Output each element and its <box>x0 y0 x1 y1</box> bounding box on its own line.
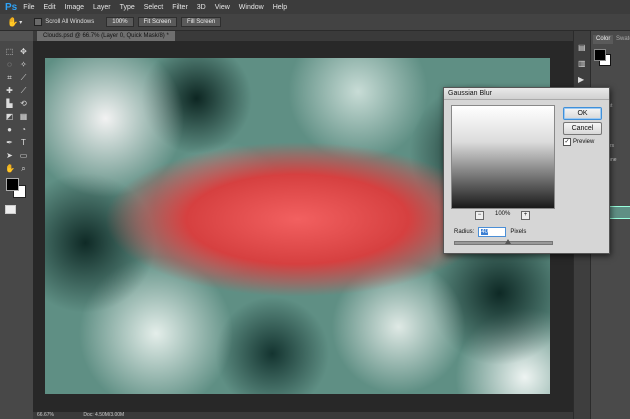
blur-tool-icon[interactable]: ● <box>5 125 14 134</box>
scroll-all-label: Scroll All Windows <box>45 19 95 25</box>
menu-edit[interactable]: Edit <box>44 4 56 11</box>
panel-foreground-swatch[interactable] <box>594 49 606 61</box>
menu-type[interactable]: Type <box>120 4 135 11</box>
radius-slider-thumb[interactable] <box>505 239 512 244</box>
hand-tool-icon[interactable]: ✋ <box>7 17 18 28</box>
tools-panel: ⬚ ✥ ◌ ✧ ⌗ ⟋ ✚ ⟋ ▙ ⟲ ◩ ▦ ● ◔ ✒ T ➤ ▭ ✋ ⌕ <box>0 41 34 419</box>
clone-stamp-icon[interactable]: ▙ <box>5 99 14 108</box>
magic-wand-icon[interactable]: ✧ <box>19 60 28 69</box>
photoshop-logo: Ps <box>5 1 18 13</box>
radius-label: Radius: <box>454 229 475 235</box>
gaussian-blur-dialog: Gaussian Blur − 100% + OK Cancel ✓ Previ… <box>443 87 610 254</box>
fill-screen-button[interactable]: Fill Screen <box>180 17 222 27</box>
preview-toggle[interactable]: ✓ Preview <box>563 138 594 146</box>
healing-brush-icon[interactable]: ✚ <box>5 86 14 95</box>
eraser-tool-icon[interactable]: ◩ <box>5 112 14 121</box>
quick-mask-icon[interactable] <box>5 205 16 214</box>
foreground-color-swatch[interactable] <box>6 178 19 191</box>
menu-3d[interactable]: 3D <box>197 4 206 11</box>
gradient-tool-icon[interactable]: ▦ <box>19 112 28 121</box>
marquee-tool-icon[interactable]: ⬚ <box>5 47 14 56</box>
hand-tool-icon[interactable]: ✋ <box>5 164 15 173</box>
tab-color[interactable]: Color <box>593 35 614 44</box>
scroll-all-checkbox[interactable] <box>34 18 43 26</box>
menu-image[interactable]: Image <box>65 4 84 11</box>
brush-tool-icon[interactable]: ⟋ <box>19 86 28 95</box>
cancel-button[interactable]: Cancel <box>563 122 602 135</box>
ok-button[interactable]: OK <box>563 107 602 120</box>
radius-input[interactable]: 40 <box>478 227 507 237</box>
preview-checkbox[interactable]: ✓ <box>563 138 571 146</box>
crop-tool-icon[interactable]: ⌗ <box>5 73 14 82</box>
options-bar: ✋ ▾ Scroll All Windows 100% Fit Screen F… <box>0 14 630 31</box>
menu-file[interactable]: File <box>23 4 34 11</box>
dialog-title[interactable]: Gaussian Blur <box>444 88 609 100</box>
radius-slider[interactable] <box>454 239 553 245</box>
menu-window[interactable]: Window <box>239 4 264 11</box>
history-brush-icon[interactable]: ⟲ <box>19 99 28 108</box>
menu-bar: Ps File Edit Image Layer Type Select Fil… <box>0 0 630 14</box>
menu-layer[interactable]: Layer <box>93 4 111 11</box>
zoom-in-button[interactable]: + <box>521 211 530 220</box>
zoom-tool-icon[interactable]: ⌕ <box>19 164 28 173</box>
path-selection-icon[interactable]: ➤ <box>5 151 14 160</box>
status-doc-size: Doc: 4.50M/3.00M <box>83 412 125 418</box>
properties-panel-icon[interactable]: ▥ <box>578 59 586 68</box>
preview-zoom-controls: − 100% + <box>451 211 555 220</box>
blur-preview[interactable] <box>451 105 555 209</box>
type-tool-icon[interactable]: T <box>19 138 28 147</box>
radius-unit-label: Pixels <box>510 229 527 235</box>
document-tab-bar: Clouds.psd @ 66.7% (Layer 0, Quick Mask/… <box>33 31 573 41</box>
fit-screen-button[interactable]: Fit Screen <box>137 17 177 27</box>
zoom-out-button[interactable]: − <box>475 211 484 220</box>
menu-help[interactable]: Help <box>273 4 287 11</box>
pen-tool-icon[interactable]: ✒ <box>5 138 14 147</box>
actions-panel-icon[interactable]: ▶ <box>578 75 584 84</box>
preview-label: Preview <box>573 139 595 145</box>
radius-row: Radius: 40 Pixels <box>454 227 526 237</box>
menu-filter[interactable]: Filter <box>172 4 188 11</box>
dodge-tool-icon[interactable]: ◔ <box>19 125 28 134</box>
lasso-tool-icon[interactable]: ◌ <box>5 60 14 69</box>
layer-thumbnail[interactable] <box>609 206 630 219</box>
eyedropper-icon[interactable]: ⟋ <box>19 73 28 82</box>
tool-preset-chevron-down-icon[interactable]: ▾ <box>19 19 22 26</box>
move-tool-icon[interactable]: ✥ <box>19 47 28 56</box>
history-panel-icon[interactable]: ▤ <box>578 43 586 52</box>
shape-tool-icon[interactable]: ▭ <box>19 151 28 160</box>
menu-view[interactable]: View <box>215 4 230 11</box>
zoom-100-button[interactable]: 100% <box>106 17 134 27</box>
preview-zoom-value: 100% <box>495 211 511 217</box>
menu-select[interactable]: Select <box>144 4 163 11</box>
status-zoom[interactable]: 66.67% <box>37 412 54 418</box>
radius-value: 40 <box>481 229 489 235</box>
document-tab[interactable]: Clouds.psd @ 66.7% (Layer 0, Quick Mask/… <box>37 31 175 41</box>
tab-swatches[interactable]: Swatche <box>613 35 630 44</box>
status-bar: 66.67% Doc: 4.50M/3.00M <box>33 412 573 419</box>
